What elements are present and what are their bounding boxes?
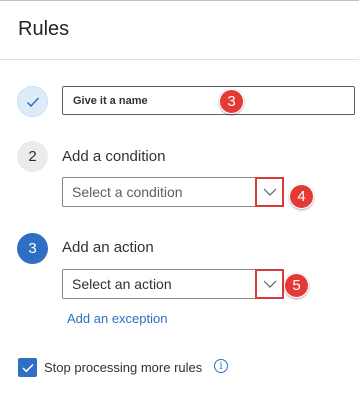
chevron-down-icon [263, 188, 276, 196]
annotation-badge-4: 4 [289, 184, 314, 209]
action-dropdown-placeholder: Select an action [72, 276, 172, 292]
add-action-label: Add an action [62, 239, 154, 256]
add-condition-label: Add a condition [62, 148, 166, 165]
step-1-complete-indicator [17, 86, 48, 117]
condition-dropdown[interactable]: Select a condition [62, 177, 284, 207]
checkmark-icon [26, 96, 39, 107]
chevron-down-icon [263, 280, 276, 288]
annotation-badge-3: 3 [219, 89, 244, 114]
checkmark-icon [21, 363, 34, 372]
stop-processing-checkbox[interactable] [18, 358, 37, 377]
condition-dropdown-placeholder: Select a condition [72, 184, 183, 200]
action-dropdown[interactable]: Select an action [62, 269, 284, 299]
condition-dropdown-chevron-button[interactable] [255, 177, 284, 207]
annotation-badge-5: 5 [284, 273, 309, 298]
info-icon[interactable]: i [214, 359, 228, 373]
step-2-indicator: 2 [17, 141, 48, 172]
action-dropdown-chevron-button[interactable] [255, 269, 284, 299]
add-exception-link[interactable]: Add an exception [67, 311, 167, 326]
step-3-indicator: 3 [17, 233, 48, 264]
stop-processing-label: Stop processing more rules [44, 360, 203, 375]
rule-name-input[interactable]: Give it a name [62, 86, 355, 115]
header-divider [0, 59, 359, 60]
top-border [0, 0, 359, 1]
panel-title: Rules [18, 18, 70, 40]
